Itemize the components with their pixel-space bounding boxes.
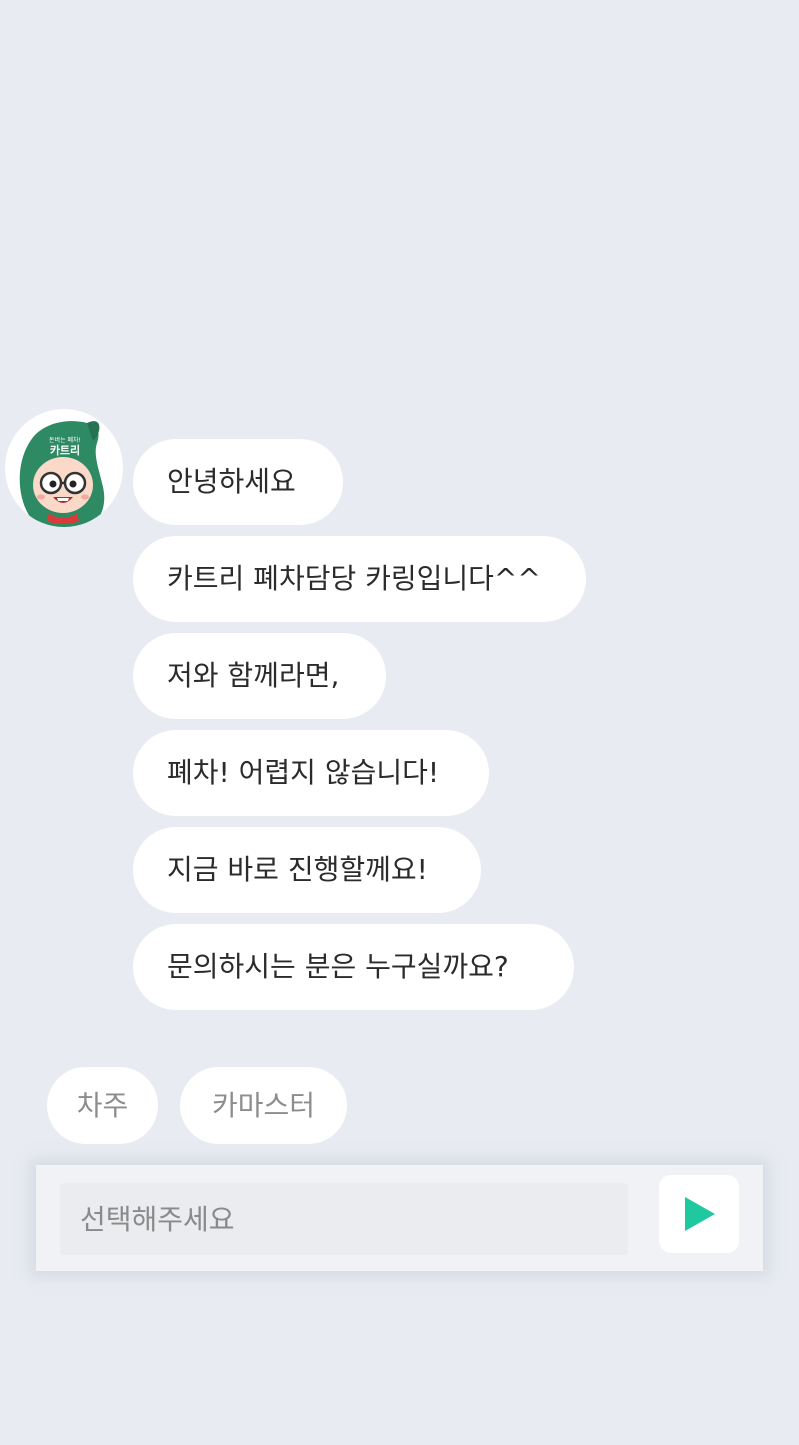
bot-message: 지금 바로 진행할께요!	[133, 827, 481, 913]
bot-message: 문의하시는 분은 누구실까요?	[133, 924, 574, 1010]
choice-carmaster-button[interactable]: 카마스터	[180, 1067, 347, 1144]
avatar-tagline: 돈버는 폐차!	[49, 436, 81, 444]
avatar-brand: 카트리	[50, 443, 80, 457]
mascot-icon: 돈버는 폐차! 카트리	[19, 421, 105, 527]
send-button[interactable]	[659, 1175, 739, 1253]
message-input-box[interactable]	[60, 1183, 628, 1255]
message-input[interactable]	[80, 1183, 620, 1255]
bot-message: 저와 함께라면,	[133, 633, 386, 719]
bot-message: 안녕하세요	[133, 439, 343, 525]
chat-screen: 돈버는 폐차! 카트리 안녕하세요 카트리 폐차담당 카링입니다^^ 저와 함께…	[0, 0, 799, 1445]
choice-owner-button[interactable]: 차주	[47, 1067, 158, 1144]
bot-message: 카트리 폐차담당 카링입니다^^	[133, 536, 586, 622]
bot-message: 폐차! 어렵지 않습니다!	[133, 730, 489, 816]
composer	[36, 1165, 763, 1271]
play-triangle-icon	[685, 1197, 715, 1231]
bot-avatar: 돈버는 폐차! 카트리	[5, 409, 123, 527]
